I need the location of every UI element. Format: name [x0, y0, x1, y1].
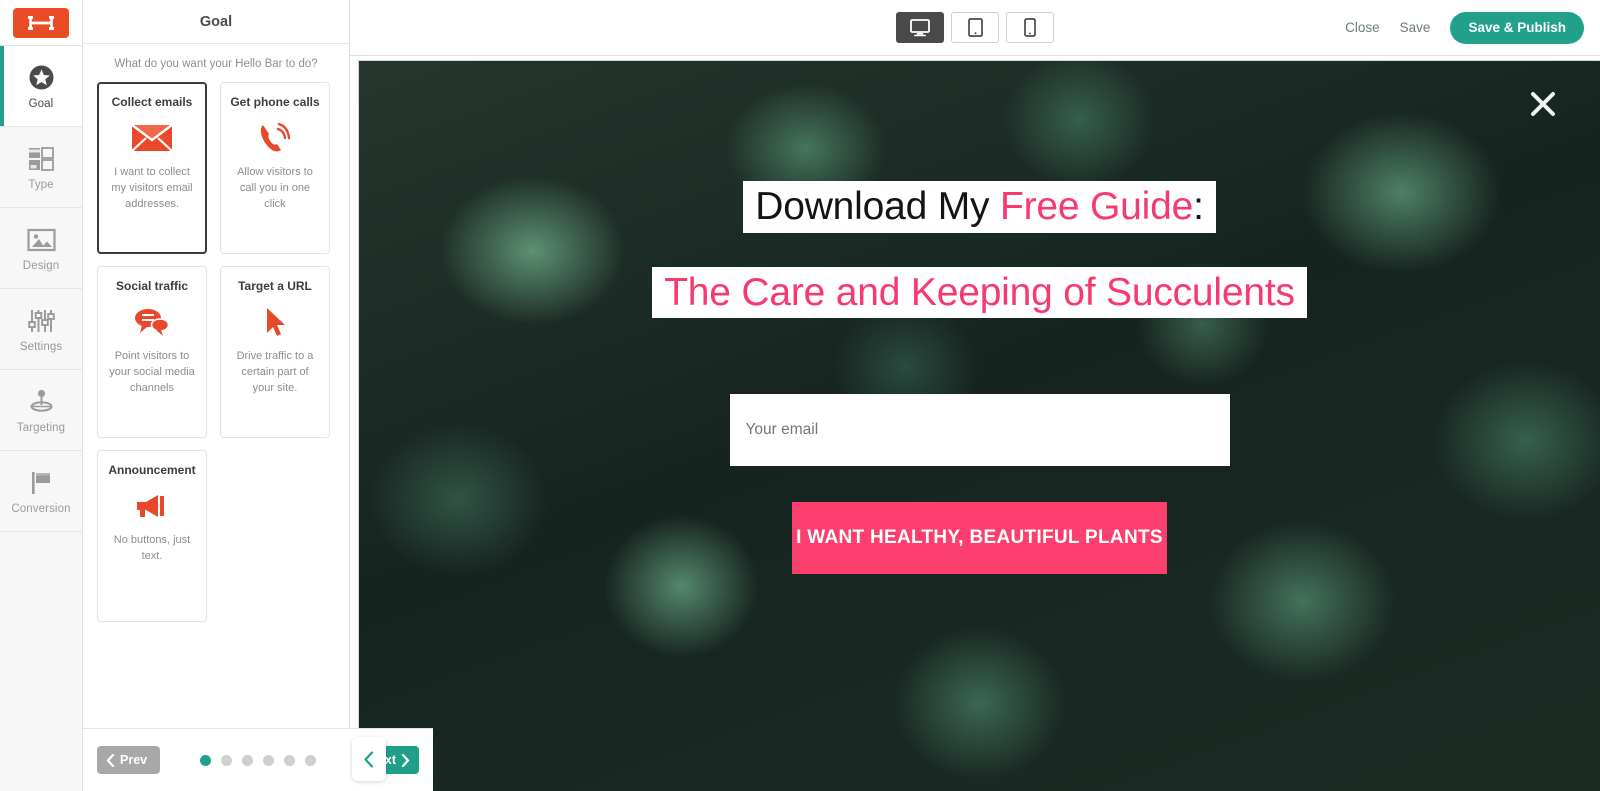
- envelope-icon: [131, 115, 173, 161]
- panel-subtitle: What do you want your Hello Bar to do?: [114, 58, 318, 70]
- speech-bubbles-icon: [133, 299, 171, 345]
- goal-card-title: Social traffic: [115, 279, 189, 293]
- megaphone-icon: [133, 483, 171, 529]
- goal-card-get-phone-calls[interactable]: Get phone calls Allow visitors to call y…: [220, 82, 330, 254]
- step-dot[interactable]: [221, 754, 232, 766]
- hello-bar-logo[interactable]: [13, 7, 69, 38]
- succulent-rosette: [1239, 601, 1469, 791]
- email-input-wrapper: [729, 394, 1230, 467]
- close-button[interactable]: Close: [1345, 20, 1380, 35]
- save-button[interactable]: Save: [1400, 20, 1431, 35]
- goal-card-title: Collect emails: [111, 95, 193, 109]
- step-dot[interactable]: [305, 754, 316, 766]
- top-actions: Close Save Save & Publish: [1345, 11, 1584, 44]
- cursor-arrow-icon: [262, 299, 288, 345]
- layout-grid-icon: [26, 144, 56, 174]
- logo-cell: [0, 0, 82, 46]
- step-dots: [200, 754, 316, 766]
- hello-bar-content: Download My Free Guide: The Care and Kee…: [359, 181, 1600, 575]
- goal-card-title: Target a URL: [238, 279, 312, 293]
- phone-icon: [1024, 18, 1036, 37]
- collapse-panel-button[interactable]: [352, 737, 386, 781]
- target-pin-icon: [26, 387, 56, 417]
- top-toolbar: Close Save Save & Publish: [350, 0, 1600, 56]
- step-dot[interactable]: [284, 754, 295, 766]
- panel-header: Goal: [83, 0, 349, 44]
- email-input[interactable]: [745, 421, 1214, 440]
- goal-card-desc: Allow visitors to call you in one click: [237, 166, 313, 210]
- chevron-right-icon: [401, 753, 410, 767]
- goal-panel: Goal What do you want your Hello Bar to …: [83, 0, 433, 791]
- goal-card-title: Get phone calls: [230, 95, 320, 109]
- phone-ring-icon: [257, 115, 293, 161]
- sidebar-item-label: Type: [28, 178, 54, 191]
- main-area: Close Save Save & Publish Download My Fr…: [350, 0, 1600, 791]
- headline-line-1: Download My Free Guide:: [743, 181, 1216, 233]
- prev-button[interactable]: Prev: [97, 746, 161, 774]
- sidebar-item-label: Goal: [28, 97, 54, 110]
- goal-card-desc: No buttons, just text.: [113, 534, 191, 562]
- goal-card-title: Announcement: [108, 463, 196, 477]
- goal-card-collect-emails[interactable]: Collect emails I want to collect my visi…: [97, 82, 207, 254]
- left-nav-rail: Goal Type Design Settings Targeting Conv…: [0, 0, 83, 791]
- sidebar-item-goal[interactable]: Goal: [0, 46, 82, 127]
- tablet-icon: [967, 18, 983, 37]
- sidebar-item-label: Conversion: [11, 502, 71, 515]
- step-dot[interactable]: [242, 754, 253, 766]
- sidebar-item-label: Targeting: [16, 421, 66, 434]
- page-title: Goal: [199, 13, 233, 30]
- chevron-left-icon: [106, 753, 115, 767]
- image-icon: [26, 225, 56, 255]
- step-dot[interactable]: [200, 754, 211, 766]
- star-badge-icon: [26, 63, 56, 93]
- sidebar-item-type[interactable]: Type: [0, 127, 82, 208]
- save-and-publish-button[interactable]: Save & Publish: [1450, 11, 1584, 44]
- cta-button[interactable]: I WANT HEALTHY, BEAUTIFUL PLANTS: [792, 502, 1167, 575]
- goal-card-desc: I want to collect my visitors email addr…: [111, 166, 193, 210]
- flag-icon: [26, 468, 56, 498]
- device-switcher: [896, 12, 1054, 43]
- device-tablet-button[interactable]: [951, 12, 999, 43]
- prev-label: Prev: [120, 753, 148, 767]
- goal-card-desc: Drive traffic to a certain part of your …: [236, 350, 314, 394]
- goal-card-desc: Point visitors to your social media chan…: [109, 350, 195, 394]
- chevron-left-icon: [364, 750, 374, 768]
- goal-card-target-a-url[interactable]: Target a URL Drive traffic to a certain …: [220, 266, 330, 438]
- goal-card-announcement[interactable]: Announcement No buttons, just text.: [97, 450, 207, 622]
- preview-stage: Download My Free Guide: The Care and Kee…: [350, 56, 1600, 791]
- sidebar-item-design[interactable]: Design: [0, 208, 82, 289]
- headline-part-3: :: [1193, 185, 1204, 228]
- device-desktop-button[interactable]: [896, 12, 944, 43]
- sidebar-item-label: Settings: [19, 340, 63, 353]
- device-mobile-button[interactable]: [1006, 12, 1054, 43]
- goal-card-list: Collect emails I want to collect my visi…: [83, 82, 349, 622]
- monitor-icon: [910, 18, 930, 36]
- sidebar-item-targeting[interactable]: Targeting: [0, 370, 82, 451]
- step-dot[interactable]: [263, 754, 274, 766]
- headline-line-2: The Care and Keeping of Succulents: [652, 266, 1307, 319]
- hello-bar-preview: Download My Free Guide: The Care and Kee…: [358, 60, 1600, 791]
- close-x-icon[interactable]: [1528, 89, 1558, 119]
- sliders-icon: [26, 306, 56, 336]
- sidebar-item-settings[interactable]: Settings: [0, 289, 82, 370]
- sidebar-item-conversion[interactable]: Conversion: [0, 451, 82, 532]
- goal-card-social-traffic[interactable]: Social traffic Point visitors to your so…: [97, 266, 207, 438]
- headline-part-2: Free Guide: [999, 185, 1194, 228]
- sidebar-item-label: Design: [22, 259, 60, 272]
- app-root: Goal Type Design Settings Targeting Conv…: [0, 0, 1600, 791]
- headline-part-1: Download My: [755, 185, 1000, 228]
